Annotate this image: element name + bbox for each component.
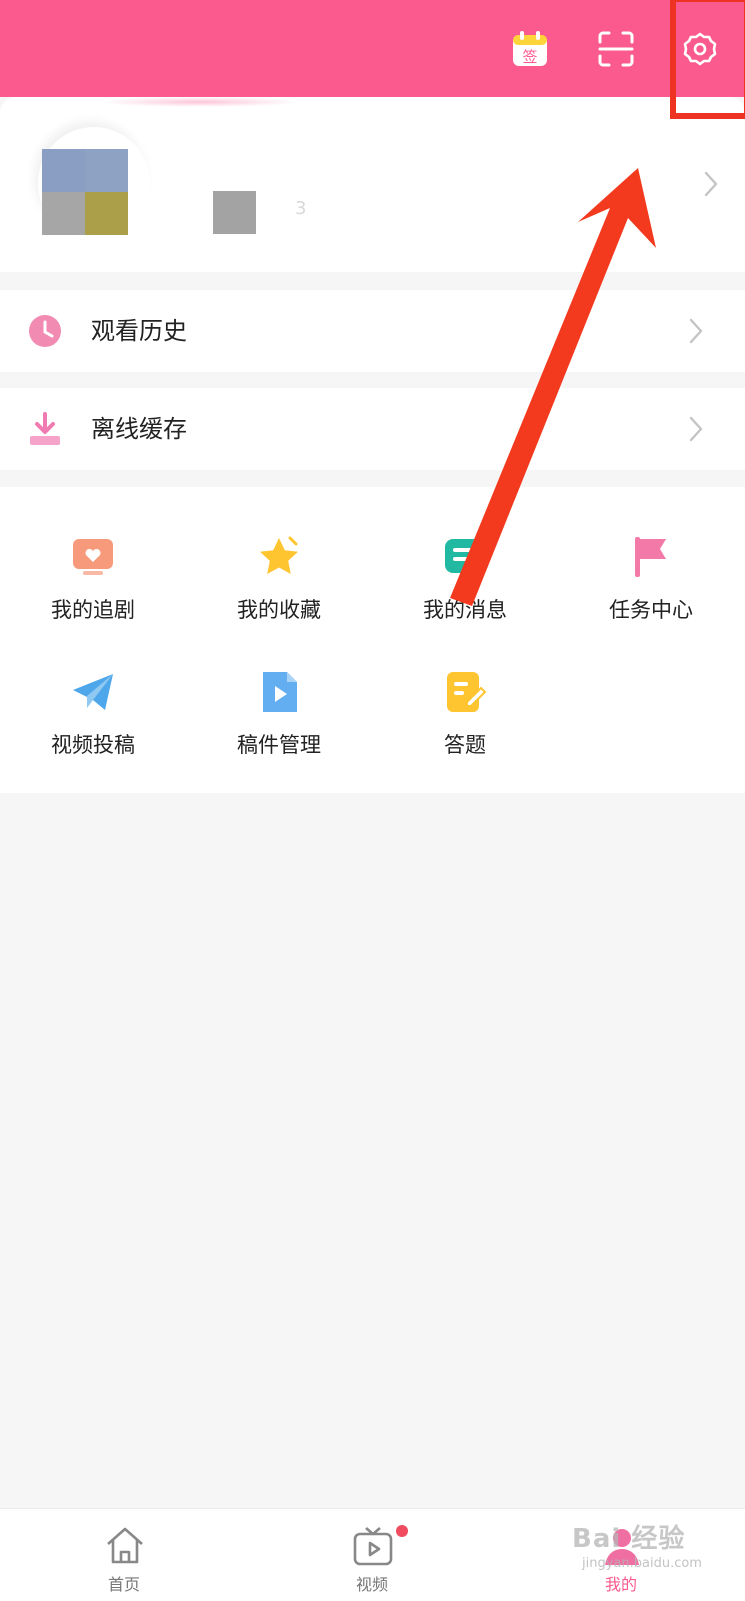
sign-in-button[interactable]: 签 (507, 26, 553, 72)
grid-item-manuscripts[interactable]: 稿件管理 (186, 670, 372, 780)
watermark-sub: jingyan.baidu.com (582, 1556, 702, 1571)
clock-icon (28, 314, 62, 348)
avatar[interactable] (42, 149, 128, 235)
grid-item-messages[interactable]: 我的消息 (372, 535, 558, 645)
chevron-right-icon (689, 416, 703, 442)
tab-label: 视频 (355, 1575, 388, 1594)
highlight-box (670, 0, 745, 119)
calendar-sign-icon: 签 (513, 31, 547, 66)
grid-label: 视频投稿 (51, 733, 135, 757)
flag-icon (629, 535, 673, 579)
scan-button[interactable] (593, 26, 639, 72)
nickname-tail: 3 (295, 198, 307, 219)
tab-home[interactable]: 首页 (64, 1509, 184, 1601)
avatar-tile (42, 192, 85, 235)
grid-label: 我的收藏 (237, 598, 321, 622)
home-icon (104, 1525, 146, 1567)
profile-glow (100, 97, 300, 107)
tv-play-icon (352, 1525, 394, 1567)
avatar-tile (42, 149, 85, 192)
download-icon (28, 412, 62, 446)
top-header: 签 (0, 0, 745, 97)
quiz-icon (443, 670, 487, 714)
grid-item-video-submit[interactable]: 视频投稿 (0, 670, 186, 780)
grid-item-my-series[interactable]: 我的追剧 (0, 535, 186, 645)
tab-label: 我的 (604, 1575, 637, 1594)
grid-item-favorites[interactable]: 我的收藏 (186, 535, 372, 645)
avatar-tile (85, 192, 128, 235)
grid-item-task-center[interactable]: 任务中心 (558, 535, 744, 645)
avatar-tile (85, 149, 128, 192)
profile-chevron-icon (704, 171, 718, 197)
notification-dot (396, 1525, 408, 1537)
grid-item-quiz[interactable]: 答题 (372, 670, 558, 780)
tab-label: 首页 (107, 1575, 140, 1594)
row-label: 观看历史 (91, 317, 187, 345)
feature-grid: 我的追剧 我的收藏 我的消息 任务中心 视频投稿 稿件管理 答题 (0, 487, 745, 793)
sign-label: 签 (522, 48, 537, 66)
row-offline-cache[interactable]: 离线缓存 (0, 388, 745, 470)
row-watch-history[interactable]: 观看历史 (0, 290, 745, 372)
grid-label: 我的消息 (423, 598, 507, 622)
message-icon (443, 535, 487, 579)
chevron-right-icon (689, 318, 703, 344)
watermark: Bai 经验 (572, 1524, 686, 1554)
tv-heart-icon (71, 535, 115, 579)
grid-label: 任务中心 (609, 598, 693, 622)
grid-label: 稿件管理 (237, 733, 321, 757)
grid-label: 我的追剧 (51, 598, 135, 622)
tab-video[interactable]: 视频 (312, 1509, 432, 1601)
video-file-icon (257, 670, 301, 714)
nickname-redacted (213, 191, 256, 234)
paper-plane-icon (71, 670, 115, 714)
scan-icon (598, 31, 634, 67)
star-icon (257, 535, 301, 579)
row-label: 离线缓存 (91, 415, 187, 443)
grid-label: 答题 (444, 733, 486, 757)
